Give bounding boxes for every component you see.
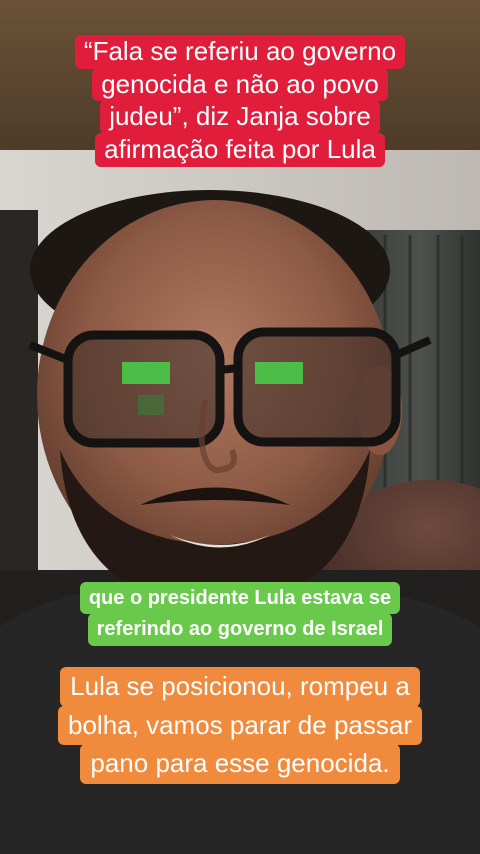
- lens-reflection-left: [122, 362, 170, 384]
- bottom-caption-line: Lula se posicionou, rompeu a: [60, 667, 420, 707]
- middle-caption-line: referindo ao governo de Israel: [87, 613, 393, 646]
- bottom-caption: Lula se posicionou, rompeu a bolha, vamo…: [0, 667, 480, 785]
- top-caption-line: “Fala se referiu ao governo: [74, 35, 406, 69]
- middle-caption-line: que o presidente Lula estava se: [79, 582, 401, 615]
- middle-caption: que o presidente Lula estava se referind…: [0, 582, 480, 646]
- top-caption-line: genocida e não ao povo: [92, 67, 388, 102]
- video-frame: “Fala se referiu ao governo genocida e n…: [0, 0, 480, 854]
- lens-reflection-right: [255, 362, 303, 384]
- bottom-caption-line: pano para esse genocida.: [80, 744, 400, 785]
- top-caption-line: afirmação feita por Lula: [95, 133, 385, 167]
- top-caption-line: judeu”, diz Janja sobre: [100, 100, 380, 135]
- top-caption: “Fala se referiu ao governo genocida e n…: [0, 35, 480, 167]
- bottom-caption-line: bolha, vamos parar de passar: [58, 705, 422, 746]
